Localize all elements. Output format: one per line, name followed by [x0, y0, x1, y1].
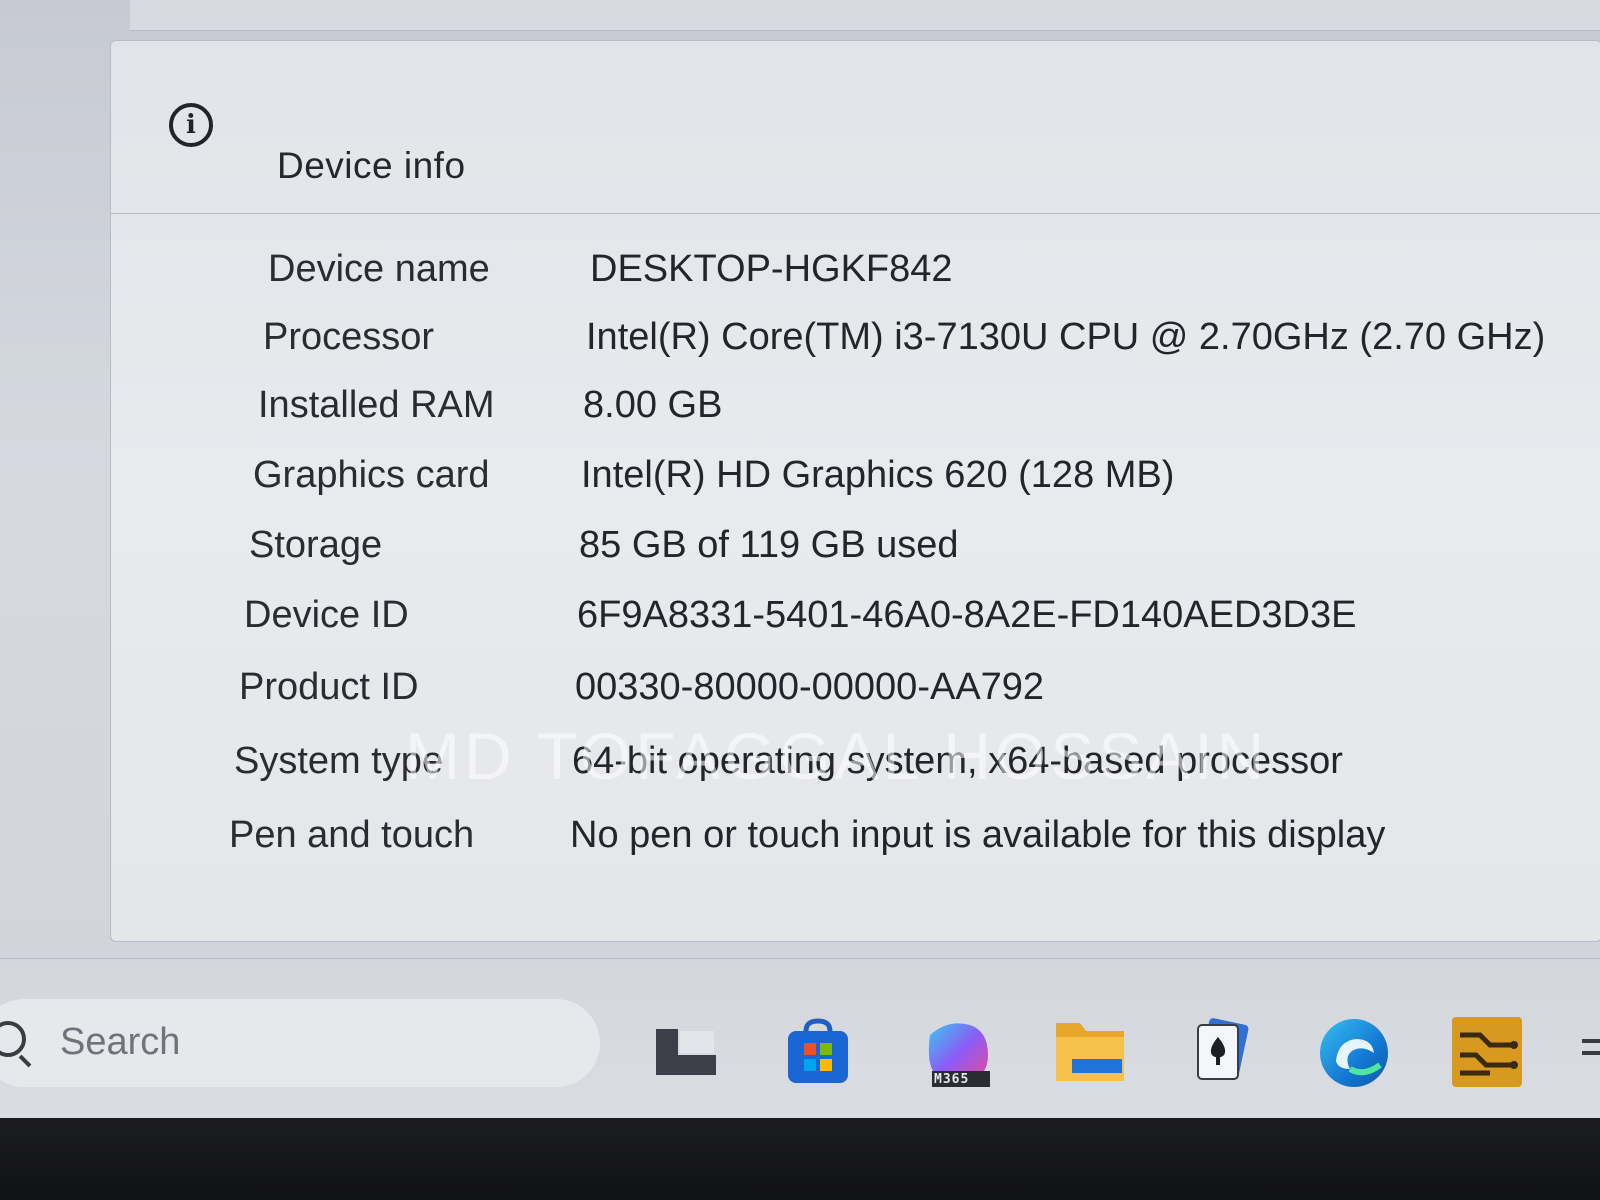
search-icon	[0, 1021, 26, 1057]
file-explorer-icon[interactable]	[1052, 1015, 1124, 1087]
spec-value[interactable]: 00330-80000-00000-AA792	[575, 666, 1044, 709]
spec-label: System type	[234, 740, 444, 782]
microsoft-store-icon[interactable]	[782, 1015, 854, 1087]
spec-label: Graphics card	[253, 454, 490, 496]
spec-label: Pen and touch	[229, 814, 475, 856]
top-strip	[130, 0, 1600, 31]
spec-value[interactable]: No pen or touch input is available for t…	[570, 814, 1385, 857]
spec-value[interactable]: Intel(R) Core(TM) i3-7130U CPU @ 2.70GHz…	[586, 316, 1545, 359]
taskbar: Search M365	[0, 958, 1600, 1119]
spec-label: Installed RAM	[258, 384, 495, 426]
spec-label: Device ID	[244, 594, 409, 636]
spec-value[interactable]: 64-bit operating system, x64-based proce…	[572, 740, 1343, 783]
spec-label: Device name	[268, 248, 490, 290]
taskbar-overflow-icon[interactable]	[1582, 1039, 1600, 1067]
spec-value[interactable]: 6F9A8331-5401-46A0-8A2E-FD140AED3D3E	[577, 594, 1356, 637]
card-title: Device info	[277, 145, 466, 186]
m365-badge: M365	[934, 1072, 970, 1087]
info-icon: i	[169, 103, 213, 147]
spec-value[interactable]: DESKTOP-HGKF842	[590, 248, 953, 291]
search-placeholder: Search	[60, 1021, 181, 1063]
screen: i Device info Device name DESKTOP-HGKF84…	[0, 0, 1600, 1200]
taskbar-search-box[interactable]: Search	[0, 999, 600, 1087]
spec-label: Storage	[249, 524, 383, 566]
edge-icon[interactable]	[1316, 1015, 1388, 1087]
monitor-bezel	[0, 1118, 1600, 1200]
spec-value[interactable]: 85 GB of 119 GB used	[579, 524, 959, 567]
spec-label: Product ID	[239, 666, 419, 708]
spec-label: Processor	[263, 316, 435, 358]
task-view-icon[interactable]	[650, 1015, 722, 1087]
spec-value[interactable]: Intel(R) HD Graphics 620 (128 MB)	[581, 454, 1174, 497]
microsoft-365-icon[interactable]: M365	[918, 1015, 990, 1087]
device-info-header[interactable]: i Device info	[111, 41, 1600, 214]
spec-value[interactable]: 8.00 GB	[583, 384, 722, 427]
circuit-app-icon[interactable]	[1450, 1015, 1522, 1087]
solitaire-icon[interactable]	[1186, 1015, 1258, 1087]
